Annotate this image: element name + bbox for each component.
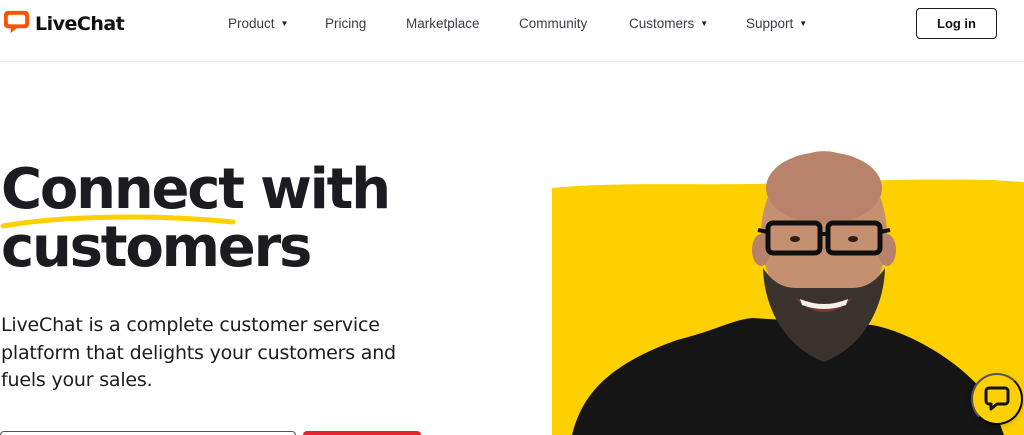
nav-item-community[interactable]: Community <box>519 14 587 32</box>
email-input[interactable] <box>0 431 296 435</box>
brand-name: LiveChat <box>35 13 125 35</box>
hero-description: LiveChat is a complete customer service … <box>1 314 396 391</box>
chat-bubble-logo-icon <box>3 8 30 40</box>
livechat-logo[interactable]: LiveChat <box>3 8 125 40</box>
highlight-underline <box>0 214 236 229</box>
chat-bubble-icon <box>983 384 1011 415</box>
caret-down-icon: ▼ <box>280 18 289 28</box>
nav-item-pricing[interactable]: Pricing <box>325 14 366 32</box>
caret-down-icon: ▼ <box>700 18 709 28</box>
nav-item-label: Pricing <box>325 15 367 31</box>
chat-widget-button[interactable] <box>971 373 1023 425</box>
nav-item-support[interactable]: Support ▼ <box>746 14 807 32</box>
login-button[interactable]: Log in <box>916 8 997 39</box>
caret-down-icon: ▼ <box>799 18 808 28</box>
top-navigation: LiveChat Product ▼ Pricing Marketplace C… <box>0 0 1024 62</box>
nav-item-label: Support <box>746 15 794 31</box>
nav-item-label: Marketplace <box>406 15 480 31</box>
nav-item-label: Customers <box>629 15 695 31</box>
nav-item-label: Product <box>228 15 275 31</box>
cta-button[interactable] <box>303 431 421 435</box>
nav-item-customers[interactable]: Customers ▼ <box>629 14 708 32</box>
nav-item-marketplace[interactable]: Marketplace <box>406 14 480 32</box>
hero-photo <box>552 150 1024 435</box>
nav-item-label: Community <box>519 15 588 31</box>
nav-item-product[interactable]: Product ▼ <box>228 14 288 32</box>
